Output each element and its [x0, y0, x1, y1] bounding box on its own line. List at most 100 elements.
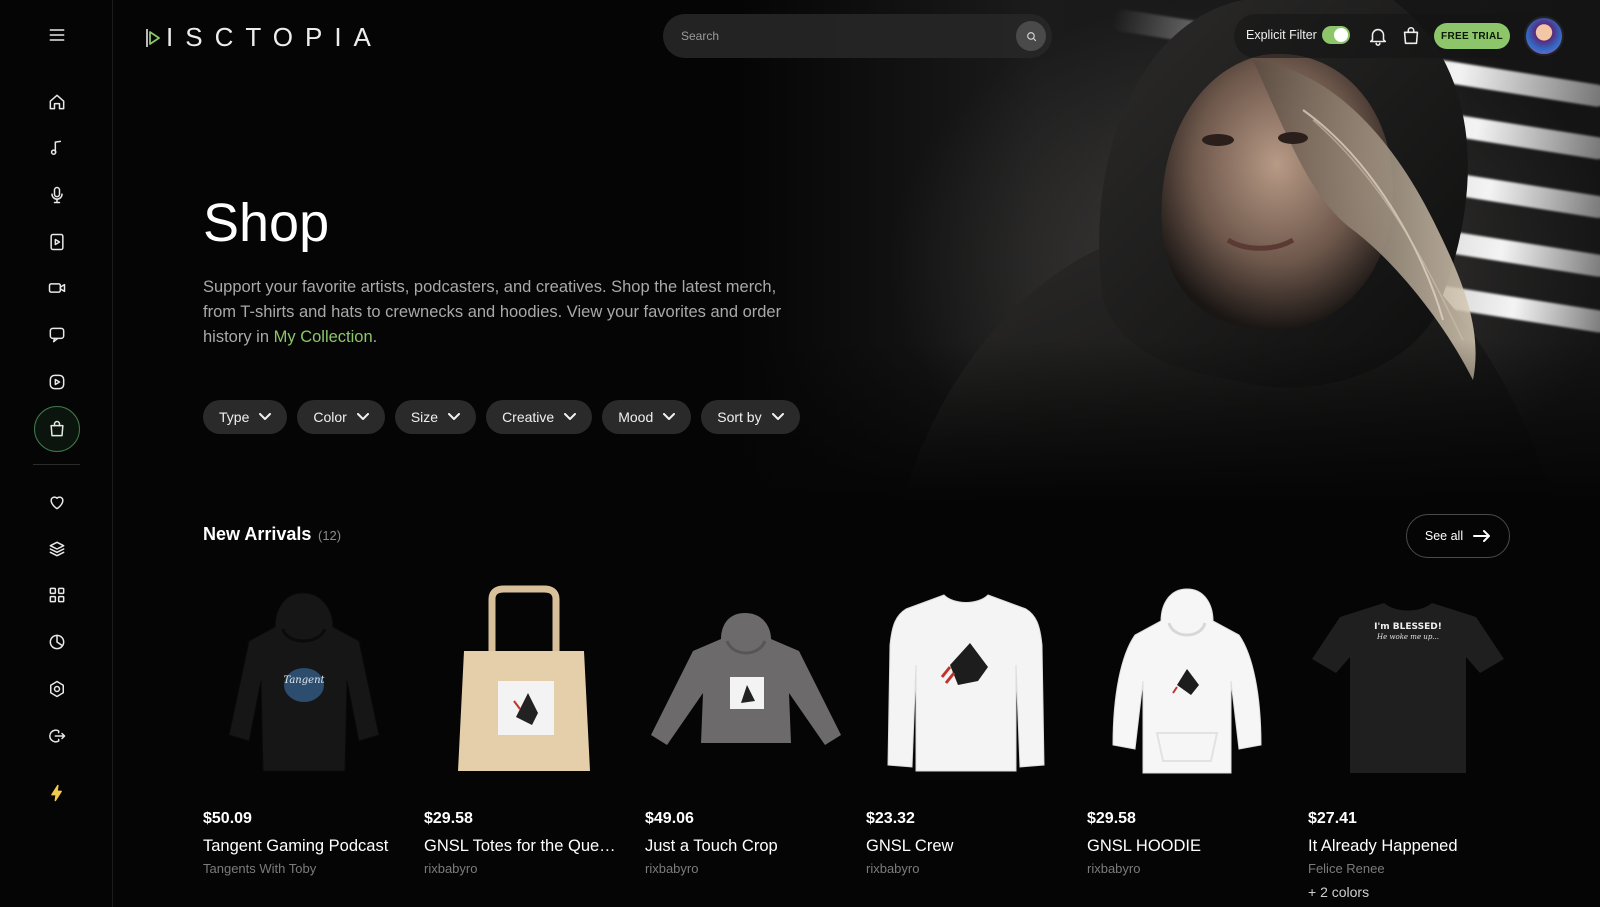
product-price: $23.32	[866, 810, 915, 827]
shopping-bag-icon	[50, 420, 64, 437]
music-note-icon	[50, 140, 62, 155]
product-card[interactable]: $29.58 GNSL Totes for the Que… rixbabyro	[424, 585, 625, 900]
shopping-bag-icon	[1403, 27, 1419, 45]
product-image	[866, 585, 1067, 785]
chevron-down-icon	[771, 413, 784, 420]
product-card[interactable]: Tangent $50.09 Tangent Gaming Podcast Ta…	[203, 585, 404, 900]
section-count: (12)	[318, 528, 342, 543]
free-trial-button[interactable]: FREE TRIAL	[1434, 23, 1510, 49]
heart-icon	[50, 496, 64, 510]
my-collection-link[interactable]: My Collection	[274, 328, 373, 346]
chevron-down-icon	[259, 413, 272, 420]
filter-size[interactable]: Size	[394, 400, 477, 434]
menu-icon[interactable]	[34, 12, 80, 58]
product-image	[424, 585, 625, 785]
search-button[interactable]	[1016, 21, 1046, 51]
sidebar-item-videos[interactable]	[34, 219, 80, 265]
section-title: New Arrivals	[203, 524, 312, 544]
product-card[interactable]: $29.58 GNSL HOODIE rixbabyro	[1087, 585, 1288, 900]
microphone-icon	[51, 186, 63, 204]
tee-print-line1: I'm BLESSED!	[1374, 622, 1442, 632]
product-image: Tangent	[203, 585, 404, 785]
product-card[interactable]: $49.06 Just a Touch Crop rixbabyro	[645, 585, 846, 900]
search-bar	[663, 14, 1052, 58]
see-all-label: See all	[1424, 529, 1464, 543]
product-price: $27.41	[1308, 810, 1357, 827]
sidebar-divider	[33, 464, 80, 465]
notifications-button[interactable]	[1367, 25, 1389, 47]
filter-bar: Type Color Size Creative Mood Sort by	[203, 400, 800, 434]
filter-sort-by[interactable]: Sort by	[701, 400, 800, 434]
app-logo[interactable]: ISCTOPIA	[144, 22, 383, 53]
sidebar-item-analytics[interactable]	[34, 619, 80, 665]
page-description: Support your favorite artists, podcaster…	[203, 275, 783, 350]
sidebar-item-favorites[interactable]	[34, 479, 80, 525]
filter-mood[interactable]: Mood	[602, 400, 692, 434]
lightning-icon	[51, 784, 62, 802]
product-card[interactable]: $23.32 GNSL Crew rixbabyro	[866, 585, 1067, 900]
crewneck-image	[887, 594, 1045, 772]
video-camera-icon	[48, 283, 66, 293]
product-name: GNSL Totes for the Que…	[424, 837, 616, 855]
t-shirt-image: I'm BLESSED! He woke me up...	[1312, 603, 1504, 773]
filter-label: Creative	[502, 409, 555, 425]
video-file-icon	[50, 233, 64, 251]
product-price: $29.58	[1087, 810, 1136, 827]
cart-button[interactable]	[1400, 25, 1422, 47]
logout-icon	[49, 729, 66, 743]
chevron-down-icon	[663, 413, 676, 420]
filter-creative[interactable]: Creative	[486, 400, 593, 434]
product-price: $49.06	[645, 810, 694, 827]
filter-label: Type	[219, 409, 250, 425]
product-name: GNSL HOODIE	[1087, 837, 1201, 855]
sidebar-item-camera[interactable]	[34, 265, 80, 311]
arrow-right-icon	[1473, 530, 1491, 542]
chevron-down-icon	[356, 413, 369, 420]
hoodie-print-text: Tangent	[283, 675, 325, 686]
filter-label: Color	[313, 409, 347, 425]
product-color-options[interactable]: + 2 colors	[1308, 884, 1509, 900]
product-creator: rixbabyro	[1087, 861, 1141, 876]
avatar[interactable]	[1524, 16, 1564, 56]
filter-label: Size	[410, 409, 439, 425]
sidebar-item-music[interactable]	[34, 125, 80, 171]
tote-bag-image	[458, 585, 590, 771]
crop-hoodie-image	[651, 613, 841, 745]
sidebar-item-messages[interactable]	[34, 312, 80, 358]
search-icon	[1026, 31, 1036, 41]
filter-color[interactable]: Color	[297, 400, 385, 434]
grid-icon	[49, 587, 65, 603]
sidebar-item-library[interactable]	[34, 526, 80, 572]
sidebar-item-play[interactable]	[34, 359, 80, 405]
chevron-down-icon	[564, 413, 577, 420]
sidebar-item-logout[interactable]	[34, 713, 80, 759]
product-image	[1087, 585, 1288, 785]
filter-label: Mood	[618, 409, 654, 425]
settings-icon	[50, 680, 64, 698]
white-hoodie-image	[1112, 588, 1262, 774]
product-creator: Felice Renee	[1308, 861, 1385, 876]
sidebar-item-boost[interactable]	[34, 770, 80, 816]
description-end: .	[372, 328, 378, 346]
chat-icon	[49, 327, 65, 343]
product-name: It Already Happened	[1308, 837, 1458, 855]
product-list: Tangent $50.09 Tangent Gaming Podcast Ta…	[203, 585, 1509, 900]
chevron-down-icon	[448, 413, 461, 420]
sidebar-item-home[interactable]	[34, 79, 80, 125]
product-creator: rixbabyro	[645, 861, 699, 876]
product-price: $50.09	[203, 810, 252, 827]
sidebar-item-shop[interactable]	[34, 406, 80, 452]
explicit-filter-toggle[interactable]	[1322, 26, 1350, 44]
see-all-button[interactable]: See all	[1406, 514, 1510, 558]
sidebar-item-settings[interactable]	[34, 666, 80, 712]
search-input[interactable]	[681, 14, 1001, 58]
filter-type[interactable]: Type	[203, 400, 288, 434]
product-creator: Tangents With Toby	[203, 861, 317, 876]
product-price: $29.58	[424, 810, 473, 827]
product-card[interactable]: I'm BLESSED! He woke me up... $27.41 It …	[1308, 585, 1509, 900]
pie-chart-icon	[49, 634, 65, 650]
sidebar-item-apps[interactable]	[34, 572, 80, 618]
sidebar-item-podcasts[interactable]	[34, 172, 80, 218]
topbar-controls: Explicit Filter FREE TRIAL	[1234, 14, 1572, 58]
bell-icon	[1369, 28, 1387, 46]
